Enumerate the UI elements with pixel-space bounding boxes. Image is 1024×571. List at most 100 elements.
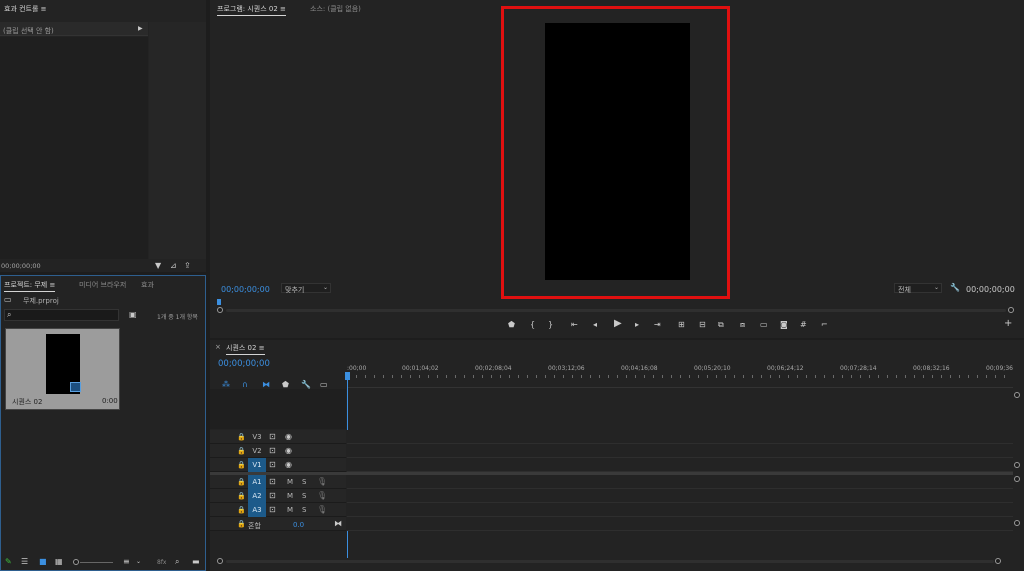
scrub-bar[interactable] [226,309,1006,312]
timeline-timecode[interactable]: 00;00;00;00 [218,359,270,369]
expand-arrow-icon[interactable]: ▶ [138,25,143,33]
track-name[interactable]: V1 [248,458,266,472]
icon-view-icon[interactable]: ■ [39,558,47,566]
captions-icon[interactable]: ▭ [320,381,328,389]
mute-button[interactable]: M [287,492,293,500]
solo-button[interactable]: S [302,492,306,500]
mute-button[interactable]: M [287,506,293,514]
sort-icon[interactable]: ≡ [123,558,130,566]
mic-icon[interactable]: 🎙 [317,478,327,486]
eye-icon[interactable]: ◉ [285,447,292,455]
sync-lock-icon[interactable]: ⊡ [269,492,276,500]
media-browser-tab[interactable]: 미디어 브라우저 [79,280,126,290]
search-box[interactable]: ⌕ [4,309,119,321]
effect-controls-tab[interactable]: 효과 컨트롤 ≡ [4,4,47,15]
timeline-vscroll-top-knob[interactable] [1014,392,1020,398]
add-button-icon[interactable]: + [1004,319,1012,329]
sync-lock-icon[interactable]: ⊡ [269,478,276,486]
clip-thumbnail-card[interactable]: 시퀀스 02 0:00 [5,328,120,410]
track-lane-v3[interactable] [347,430,1013,444]
filter-icon[interactable]: ▼ [155,262,161,270]
playhead-marker-icon[interactable] [217,299,221,305]
mark-out-icon[interactable]: } [548,321,553,329]
scrub-right-knob[interactable] [1008,307,1014,313]
wrench-icon[interactable]: 🔧 [950,284,960,292]
lock-icon[interactable]: 🔒 [237,492,246,500]
current-timecode[interactable]: 00;00;00;00 [221,285,270,294]
add-marker-icon[interactable]: ⬟ [508,321,515,329]
track-lane-mix[interactable] [347,517,1013,531]
lock-icon[interactable]: 🔒 [237,461,246,469]
timeline-settings-icon[interactable]: 🔧 [301,381,311,389]
insert-icon[interactable]: ⧉ [718,321,724,329]
go-to-out-icon[interactable]: ⇥ [654,321,661,329]
track-lane-v1[interactable] [347,458,1013,472]
timeline-vscroll-mid-knob[interactable] [1014,462,1020,468]
eye-icon[interactable]: ◉ [285,461,292,469]
search-input[interactable] [17,310,117,320]
freeform-view-icon[interactable]: ▦ [55,558,63,566]
lock-icon[interactable]: 🔒 [237,478,246,486]
timeline-marker-icon[interactable]: ⬟ [282,381,289,389]
play-audio-icon[interactable]: ⊿ [170,262,177,270]
lock-icon[interactable]: 🔒 [237,447,246,455]
source-tab[interactable]: 소스: (클립 없음) [310,4,361,14]
timeline-playhead-icon[interactable] [345,372,350,380]
sort-dropdown-icon[interactable]: ⌄ [136,558,141,566]
timeline-vscroll-bottom-knob[interactable] [1014,520,1020,526]
pencil-icon[interactable]: ✎ [5,558,12,566]
mic-icon[interactable]: 🎙 [317,506,327,514]
new-folder-icon[interactable]: ▬ [192,558,200,566]
effect-controls-menu-icon[interactable]: ≡ [41,5,47,13]
new-bin-icon[interactable]: ▣ [129,311,137,319]
scrub-left-knob[interactable] [217,307,223,313]
linked-selection-icon[interactable]: ⧓ [262,381,270,389]
quality-dropdown[interactable]: 전체 ⌄ [894,283,942,294]
lift-icon[interactable]: ⊞ [678,321,685,329]
play-icon[interactable]: ▶ [614,319,622,329]
mark-in-icon[interactable]: { [530,321,535,329]
zoom-slider-knob[interactable] [73,559,79,565]
vr-icon[interactable]: ⌐ [821,321,828,329]
track-lane-a1[interactable] [347,475,1013,489]
program-menu-icon[interactable]: ≡ [280,5,286,13]
timeline-hscroll-right-knob[interactable] [995,558,1001,564]
program-tab[interactable]: 프로그램: 시퀀스 02 ≡ [217,4,286,16]
bowtie-icon[interactable]: ⧓ [334,520,342,528]
track-lane-a3[interactable] [347,503,1013,517]
track-name[interactable]: A2 [248,489,266,503]
track-name[interactable]: A3 [248,503,266,517]
step-forward-icon[interactable]: ▸ [635,321,639,329]
go-to-in-icon[interactable]: ⇤ [571,321,578,329]
track-lane-v2[interactable] [347,444,1013,458]
grid-icon[interactable]: # [800,321,807,329]
fit-dropdown[interactable]: 맞추기 ⌄ [281,283,331,294]
snap-icon[interactable]: ∩ [242,381,248,389]
list-view-icon[interactable]: ☰ [21,558,28,566]
zoom-slider-track[interactable] [80,562,113,563]
sync-lock-icon[interactable]: ⊡ [269,433,276,441]
effects-tab[interactable]: 효과 [141,280,154,290]
timeline-menu-icon[interactable]: ≡ [259,344,265,352]
project-tab[interactable]: 프로젝트: 무제 ≡ [4,280,56,292]
timeline-vscroll-mid2-knob[interactable] [1014,476,1020,482]
timeline-close-icon[interactable]: × [215,343,221,351]
mic-icon[interactable]: 🎙 [317,492,327,500]
lock-icon[interactable]: 🔒 [237,506,246,514]
sync-lock-icon[interactable]: ⊡ [269,447,276,455]
track-lane-a2[interactable] [347,489,1013,503]
sync-lock-icon[interactable]: ⊡ [269,461,276,469]
lock-icon[interactable]: 🔒 [237,520,246,528]
timeline-tab[interactable]: 시퀀스 02 ≡ [226,343,265,355]
sync-lock-icon[interactable]: ⊡ [269,506,276,514]
export-frame-icon[interactable]: ◙ [780,321,788,329]
project-menu-icon[interactable]: ≡ [49,281,55,289]
timeline-hscroll-bar[interactable] [226,560,994,563]
track-name[interactable]: A1 [248,475,266,489]
eye-icon[interactable]: ◉ [285,433,292,441]
export-icon[interactable]: ⇪ [184,262,191,270]
overwrite-icon[interactable]: ⧈ [740,321,745,329]
nest-icon[interactable]: ⁂ [222,381,230,389]
safe-margins-icon[interactable]: ▭ [760,321,768,329]
step-back-icon[interactable]: ◂ [593,321,597,329]
